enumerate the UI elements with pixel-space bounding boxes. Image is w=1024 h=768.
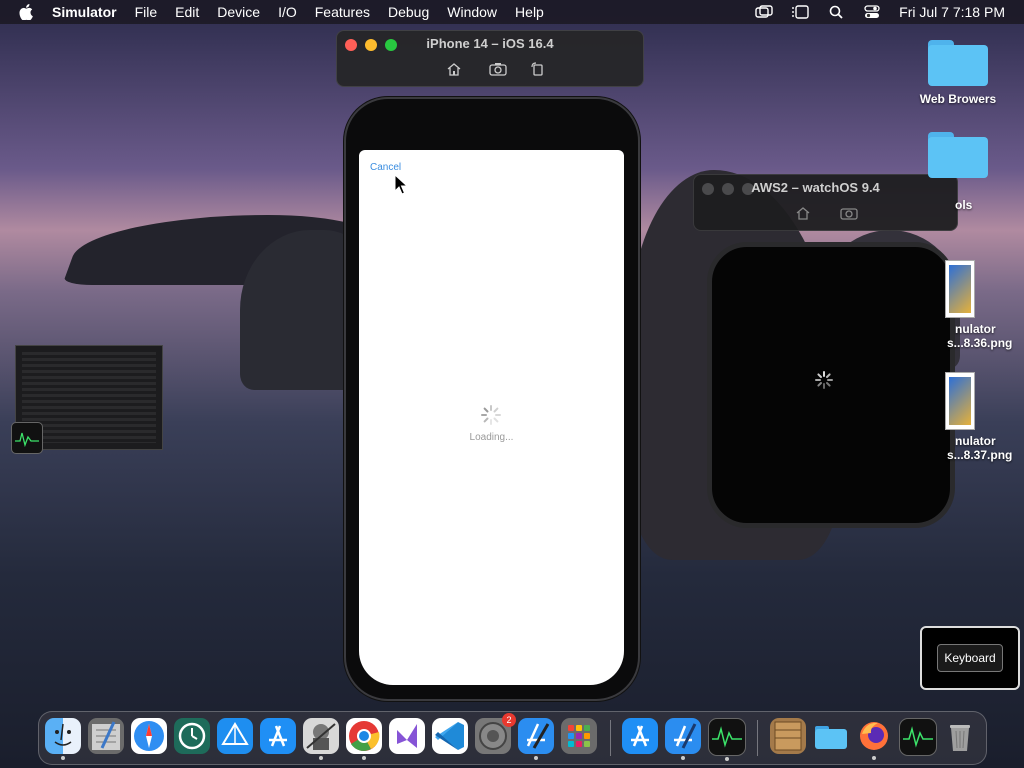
chrome-icon[interactable] (346, 718, 382, 760)
screenshot-icon[interactable] (489, 61, 507, 77)
iphone-window-title: iPhone 14 – iOS 16.4 (426, 36, 554, 51)
menu-help[interactable]: Help (515, 4, 544, 20)
image-file-icon (945, 260, 975, 318)
menu-file[interactable]: File (135, 4, 158, 20)
desktop-screenshot-file-2[interactable]: nulator s...8.37.png (903, 372, 1013, 462)
automator-icon[interactable] (303, 718, 339, 760)
desktop-folder-tools[interactable]: ols (903, 132, 1013, 212)
folder-icon (928, 40, 988, 86)
home-icon[interactable] (794, 205, 812, 221)
stage-manager-icon[interactable] (791, 5, 809, 19)
iphone-screen: Cancel Loading... (359, 150, 624, 685)
testflight-icon[interactable] (217, 718, 253, 754)
folder-icon[interactable] (813, 718, 849, 754)
watch-loading-spinner-icon (813, 369, 835, 391)
vscode-icon[interactable] (432, 718, 468, 754)
desktop-icon-label: s...8.37.png (947, 448, 1013, 462)
loading-spinner-icon (480, 404, 502, 426)
iphone-simulator-toolbar: iPhone 14 – iOS 16.4 (336, 30, 644, 87)
menu-debug[interactable]: Debug (388, 4, 429, 20)
notification-badge: 2 (502, 713, 516, 727)
visual-studio-icon[interactable] (389, 718, 425, 754)
control-center-icon[interactable] (863, 5, 881, 19)
finder-icon[interactable] (45, 718, 81, 760)
menu-device[interactable]: Device (217, 4, 260, 20)
dock-separator (610, 720, 611, 756)
menu-app-name[interactable]: Simulator (52, 4, 117, 20)
screenshot-icon[interactable] (840, 205, 858, 221)
menu-clock[interactable]: Fri Jul 7 7:18 PM (899, 4, 1005, 20)
activity-monitor-icon[interactable] (899, 718, 937, 756)
keyboard-button[interactable]: Keyboard (937, 644, 1003, 672)
iphone-device-frame: Cancel Loading... (344, 97, 640, 701)
system-preferences-icon[interactable]: 2 (475, 713, 516, 754)
safari-icon[interactable] (131, 718, 167, 754)
desktop-icon-label: Web Browers (919, 92, 997, 106)
desktop-icon-label: ols (955, 198, 973, 212)
loading-label: Loading... (469, 432, 514, 443)
archive-utility-icon[interactable] (770, 718, 806, 754)
app-store-icon[interactable] (260, 718, 296, 754)
activity-monitor-icon (11, 422, 43, 454)
time-machine-icon[interactable] (174, 718, 210, 754)
image-file-icon (945, 372, 975, 430)
dock: 2 (38, 711, 987, 765)
folder-icon (928, 132, 988, 178)
keyboard-popup: Keyboard (920, 626, 1020, 690)
menu-features[interactable]: Features (315, 4, 370, 20)
menu-io[interactable]: I/O (278, 4, 297, 20)
cancel-button[interactable]: Cancel (370, 162, 401, 173)
desktop-icon-label: s...8.36.png (947, 336, 1013, 350)
xcode-icon[interactable] (665, 718, 701, 760)
simulator-icon[interactable] (518, 718, 554, 760)
screen-mirroring-icon[interactable] (755, 5, 773, 19)
trash-icon[interactable] (942, 718, 978, 754)
script-editor-icon[interactable] (88, 718, 124, 754)
desktop-folder-web-browsers[interactable]: Web Browers (903, 40, 1013, 106)
firefox-icon[interactable] (856, 718, 892, 760)
menu-edit[interactable]: Edit (175, 4, 199, 20)
mouse-cursor-icon (394, 173, 409, 196)
apple-menu-icon[interactable] (16, 2, 36, 22)
desktop-icon-label: nulator (955, 322, 996, 336)
desktop-icon-label: nulator (955, 434, 996, 448)
activity-monitor-window-thumbnail[interactable] (11, 345, 163, 454)
menu-bar: Simulator File Edit Device I/O Features … (0, 0, 1024, 24)
rotate-icon[interactable] (529, 61, 547, 77)
home-icon[interactable] (445, 61, 463, 77)
search-icon[interactable] (827, 5, 845, 19)
activity-monitor-icon[interactable] (708, 718, 746, 761)
desktop-screenshot-file-1[interactable]: nulator s...8.36.png (903, 260, 1013, 350)
dock-separator (757, 720, 758, 756)
launchpad-icon[interactable] (561, 718, 597, 754)
menu-window[interactable]: Window (447, 4, 497, 20)
app-store-icon[interactable] (622, 718, 658, 754)
